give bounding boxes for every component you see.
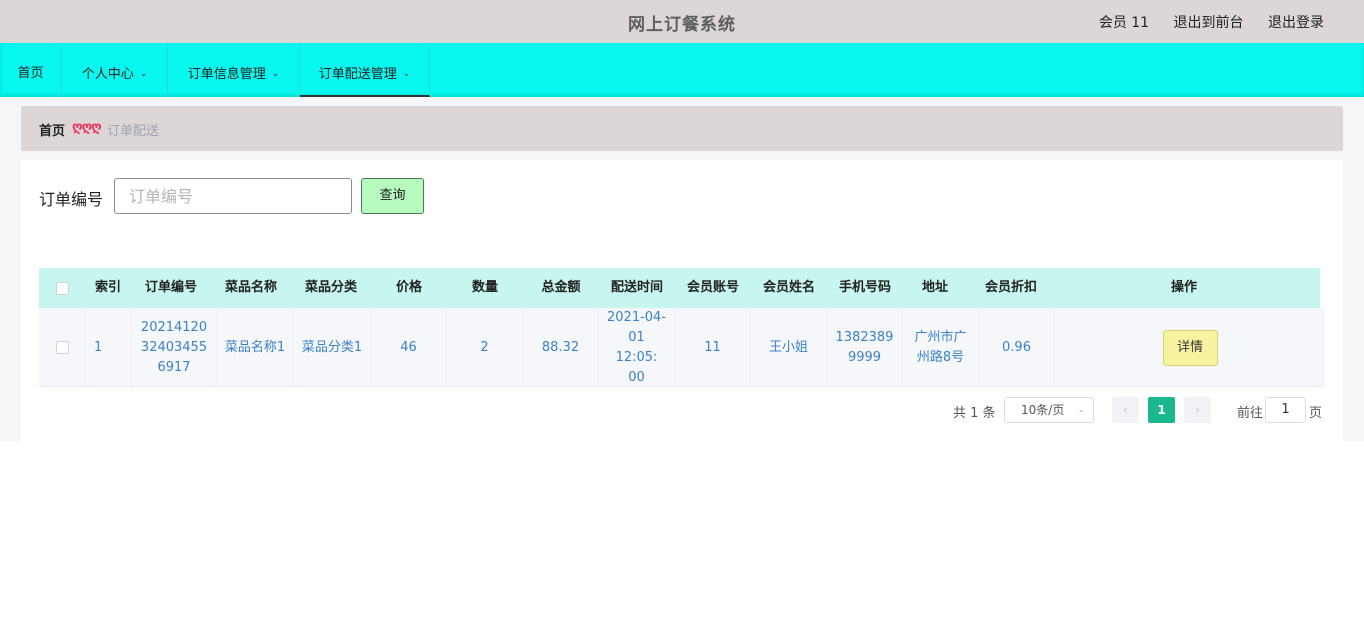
th-phone: 手机号码 bbox=[838, 280, 891, 295]
breadcrumb-home[interactable]: 首页 bbox=[39, 120, 65, 139]
cell-price: 46 bbox=[371, 308, 447, 387]
prev-page-button[interactable]: ‹ bbox=[1112, 397, 1139, 423]
th-member-account: 会员账号 bbox=[686, 280, 739, 295]
cell-member-name: 王小姐 bbox=[751, 308, 827, 387]
cell-order-no: 20214120 32403455 6917 bbox=[132, 308, 217, 387]
breadcrumb: 首页 ღღღ 订单配送 bbox=[21, 106, 1343, 151]
goto-suffix: 页 bbox=[1309, 406, 1323, 421]
header-actions: 会员 11 退出到前台 退出登录 bbox=[1079, 12, 1324, 32]
breadcrumb-current: 订单配送 bbox=[107, 124, 160, 139]
nav-personal-label: 个人中心 bbox=[81, 67, 134, 82]
select-all-checkbox[interactable] bbox=[55, 281, 69, 295]
th-action: 操作 bbox=[1170, 280, 1197, 295]
page-size-select[interactable]: 10条/页 ⌄ bbox=[1004, 397, 1094, 423]
row-checkbox[interactable] bbox=[55, 341, 69, 354]
chevron-down-icon: ⌄ bbox=[139, 69, 148, 79]
cell-total: 88.32 bbox=[523, 308, 599, 387]
top-header: 网上订餐系统 会员 11 退出到前台 退出登录 bbox=[0, 0, 1364, 43]
th-dish-name: 菜品名称 bbox=[224, 280, 277, 295]
th-index: 索引 bbox=[94, 280, 121, 295]
logout-link[interactable]: 退出登录 bbox=[1268, 15, 1324, 31]
nav-order-info-label: 订单信息管理 bbox=[187, 67, 266, 82]
th-address: 地址 bbox=[921, 280, 948, 295]
page-number-button[interactable]: 1 bbox=[1148, 397, 1175, 423]
nav-home-label: 首页 bbox=[17, 66, 44, 81]
th-quantity: 数量 bbox=[471, 280, 498, 295]
query-button[interactable]: 查询 bbox=[361, 178, 424, 214]
cell-action: 详情 bbox=[1055, 308, 1325, 387]
cell-dish-category: 菜品分类1 bbox=[294, 308, 371, 387]
th-member-name: 会员姓名 bbox=[762, 280, 815, 295]
nav-order-delivery-label: 订单配送管理 bbox=[318, 67, 397, 82]
search-label: 订单编号 bbox=[39, 190, 104, 209]
th-total: 总金额 bbox=[541, 280, 581, 295]
cell-phone: 1382389 9999 bbox=[827, 308, 903, 387]
current-user: 会员 11 bbox=[1098, 15, 1150, 31]
nav-order-delivery[interactable]: 订单配送管理 ⌄ bbox=[300, 43, 430, 97]
cell-member-account: 11 bbox=[675, 308, 751, 387]
cell-delivery-time: 2021-04- 01 12:05: 00 bbox=[599, 308, 675, 387]
main-nav: 首页 个人中心 ⌄ 订单信息管理 ⌄ 订单配送管理 ⌄ bbox=[0, 43, 1364, 97]
nav-home[interactable]: 首页 bbox=[0, 43, 62, 97]
order-number-search-input[interactable] bbox=[114, 178, 352, 214]
th-order-no: 订单编号 bbox=[144, 280, 197, 295]
th-delivery-time: 配送时间 bbox=[610, 280, 663, 295]
table-header: 索引 订单编号 菜品名称 菜品分类 价格 数量 总金额 配送时间 会员账号 会员… bbox=[39, 268, 1320, 308]
cell-discount: 0.96 bbox=[979, 308, 1055, 387]
chevron-down-icon: ⌄ bbox=[1077, 405, 1085, 415]
chevron-down-icon: ⌄ bbox=[271, 69, 280, 79]
cell-address: 广州市广 州路8号 bbox=[903, 308, 979, 387]
page-size-value: 10条/页 bbox=[1021, 403, 1065, 417]
pagination-total: 共 1 条 bbox=[953, 406, 996, 421]
next-page-button[interactable]: › bbox=[1184, 397, 1211, 423]
th-price: 价格 bbox=[395, 280, 422, 295]
th-discount: 会员折扣 bbox=[984, 280, 1037, 295]
th-dish-category: 菜品分类 bbox=[304, 280, 357, 295]
cell-quantity: 2 bbox=[447, 308, 523, 387]
cell-index: 1 bbox=[86, 308, 132, 387]
breadcrumb-separator-icon: ღღღ bbox=[72, 120, 102, 135]
table-row: 1 20214120 32403455 6917 菜品名称1 菜品分类1 46 … bbox=[39, 308, 1325, 387]
goto-page-input[interactable]: 1 bbox=[1265, 397, 1306, 423]
select-all-checkbox-cell[interactable] bbox=[39, 268, 85, 308]
goto-label: 前往 bbox=[1237, 406, 1264, 421]
nav-personal[interactable]: 个人中心 ⌄ bbox=[62, 43, 168, 97]
detail-button[interactable]: 详情 bbox=[1162, 329, 1218, 366]
row-checkbox-cell[interactable] bbox=[39, 308, 86, 387]
nav-order-info[interactable]: 订单信息管理 ⌄ bbox=[168, 43, 300, 97]
chevron-down-icon: ⌄ bbox=[402, 69, 411, 79]
cell-dish-name: 菜品名称1 bbox=[217, 308, 294, 387]
back-to-front-link[interactable]: 退出到前台 bbox=[1174, 15, 1244, 31]
